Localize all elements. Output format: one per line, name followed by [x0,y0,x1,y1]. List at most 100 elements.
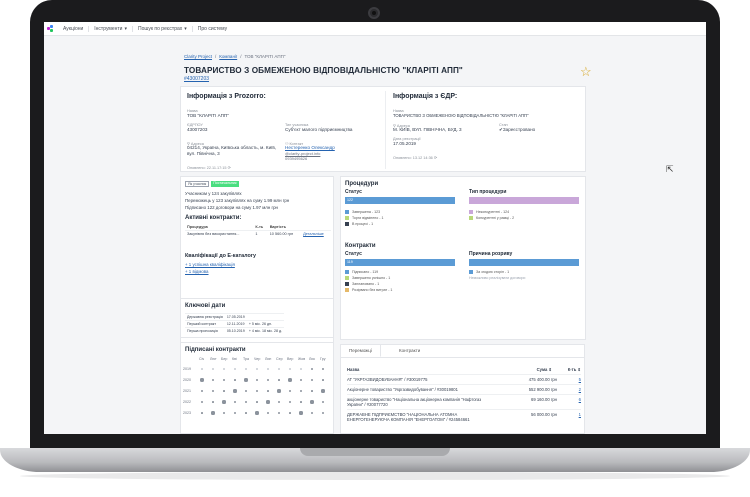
calendar-cell[interactable] [277,389,281,393]
calendar-cell[interactable] [212,401,214,403]
legend-label: Завершено успішно - 1 [352,276,391,280]
calendar-cell[interactable] [310,378,314,382]
procedures-status-bar[interactable]: 122 [345,197,455,204]
calendar-cell[interactable] [311,390,313,392]
calendar-cell[interactable] [211,378,215,382]
calendar-cell[interactable] [299,389,303,393]
contracts-status-heading: Статус [345,251,362,257]
calendar-cell[interactable] [300,368,302,370]
calendar-cell[interactable] [310,367,314,371]
calendar-cell[interactable] [200,378,204,382]
calendar-cell[interactable] [310,400,314,404]
calendar-cell[interactable] [321,411,325,415]
termination-reason-bar[interactable] [469,259,579,266]
calendar-cell[interactable] [310,411,314,415]
calendar-cell[interactable] [200,389,204,393]
role-tag-supplier[interactable]: Постачальник [211,181,239,187]
calendar-cell[interactable] [278,368,280,370]
logo-icon[interactable] [47,25,54,32]
calendar-cell[interactable] [256,368,258,370]
calendar-cell[interactable] [300,401,302,403]
favorite-star-icon[interactable]: ☆ [580,64,592,80]
calendar-cell[interactable] [277,400,281,404]
calendar-cell[interactable] [289,412,291,414]
calendar-cell[interactable] [299,411,303,415]
calendar-cell[interactable] [233,411,237,415]
calendar-cell[interactable] [212,368,214,370]
company-code-link[interactable]: #43007203 [184,76,209,82]
calendar-cell[interactable] [255,378,259,382]
calendar-cell[interactable] [244,378,248,382]
breadcrumb-root[interactable]: Clarity Project [184,54,212,59]
calendar-cell[interactable] [267,368,269,370]
calendar-cell[interactable] [266,400,270,404]
calendar-cell[interactable] [201,368,203,370]
calendar-cell[interactable] [299,378,303,382]
procedures-card: Процедури Статус 122 Завершена - 123 Тор… [340,176,586,340]
info-card: Інформація з Prozorro: Назва ТОВ "КЛАРІТ… [180,86,586,172]
calendar-cell[interactable] [245,368,247,370]
calendar-cell[interactable] [222,400,226,404]
table-row[interactable]: АТ "УКРГАЗВИДОБУВАННЯ" / #30019775 475 40… [347,374,581,384]
calendar-cell[interactable] [255,411,259,415]
calendar-cell[interactable] [266,411,270,415]
calendar-cell[interactable] [244,400,248,404]
procedure-type-bar[interactable] [469,197,579,204]
calendar-cell[interactable] [222,411,226,415]
table-row[interactable]: Акціонерне товариство "Укргазвидобування… [347,384,581,394]
calendar-cell[interactable] [222,378,226,382]
calendar-cell[interactable] [233,400,237,404]
nav-item-auctions[interactable]: Аукціони [58,25,90,32]
winner-count-link[interactable]: 5 [567,377,581,382]
breadcrumb-section[interactable]: Компанії [219,54,237,59]
qualification-refusal-link[interactable]: + 1 відмова [185,269,209,274]
calendar-cell[interactable] [322,379,324,381]
winner-count-link[interactable]: 6 [567,397,581,402]
refresh-icon[interactable]: ⟳ [228,166,231,170]
contracts-status-bar[interactable]: 119 [345,259,455,266]
role-tag-participant[interactable]: Як учасник [185,181,210,187]
cell-value: 10 560.00 грн [267,230,302,237]
calendar-cell[interactable] [288,378,292,382]
refresh-icon[interactable]: ⟳ [434,156,437,160]
winner-count-link[interactable]: 1 [567,412,581,417]
nav-item-registry-search[interactable]: Пошук по реєстрах ▾ [133,25,193,32]
calendar-cell[interactable] [234,368,236,370]
calendar-cell[interactable] [234,379,236,381]
calendar-cell[interactable] [244,389,248,393]
table-row[interactable]: акціонерне товариство "Національна акціо… [347,394,581,409]
calendar-cell[interactable] [211,389,215,393]
calendar-cell[interactable] [256,401,258,403]
nav-item-about[interactable]: Про систему [193,26,232,32]
table-row[interactable]: ДЕРЖАВНЕ ПІДПРИЄМСТВО "НАЦІОНАЛЬНА АТОМН… [347,409,581,424]
calendar-cell[interactable] [200,400,204,404]
calendar-cell[interactable] [267,390,269,392]
calendar-cell[interactable] [321,389,325,393]
calendar-cell[interactable] [277,411,281,415]
calendar-cell[interactable] [288,389,292,393]
calendar-cell[interactable] [278,379,280,381]
calendar-cell[interactable] [321,400,325,404]
calendar-cell[interactable] [289,368,291,370]
winner-count-link[interactable]: 2 [567,387,581,392]
calendar-cell[interactable] [233,389,237,393]
calendar-cell[interactable] [223,368,225,370]
contact-name-link[interactable]: Нестеренко Олександр [285,145,335,150]
qualification-success-link[interactable]: + 1 успішна кваліфікація [185,262,235,267]
legend-label: Завершена - 123 [352,210,381,214]
calendar-cell[interactable] [288,400,292,404]
calendar-cell[interactable] [245,412,247,414]
col-sum[interactable]: Сума ⇕ [502,367,552,372]
calendar-cell[interactable] [321,367,325,371]
col-name[interactable]: Назва [347,367,497,372]
calendar-cell[interactable] [255,389,259,393]
nav-item-tools[interactable]: Інструменти ▾ [89,25,133,32]
tab-winners[interactable]: Переможці [341,345,381,357]
calendar-cell[interactable] [266,378,270,382]
tab-contracts[interactable]: Контракти [391,345,428,357]
calendar-cell[interactable] [211,411,215,415]
col-count[interactable]: К-ть ⇕ [557,367,581,372]
details-link[interactable]: Детальніше [301,230,331,237]
calendar-cell[interactable] [201,412,203,414]
calendar-cell[interactable] [223,390,225,392]
